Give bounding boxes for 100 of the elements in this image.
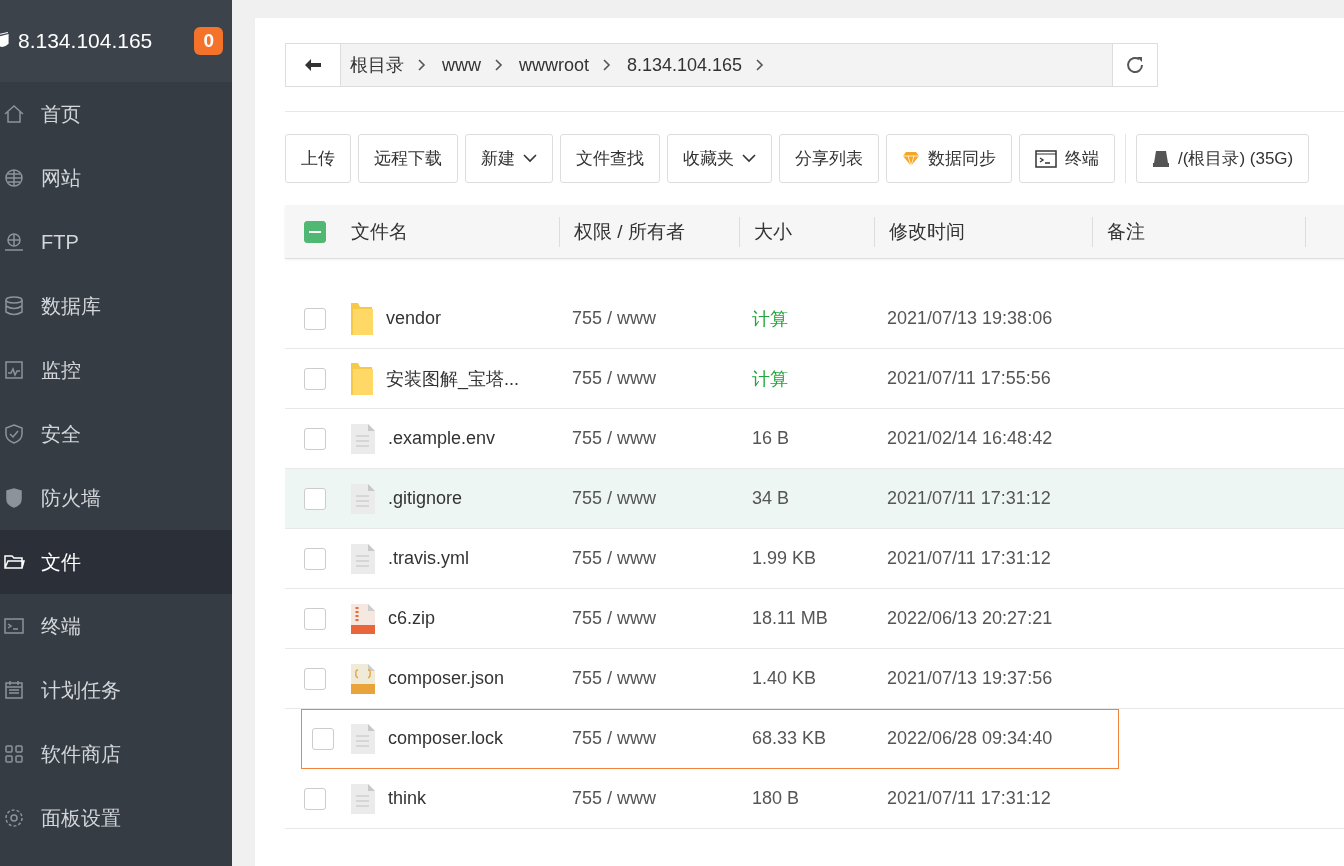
nav-item[interactable]: FTP — [0, 210, 232, 274]
file-row[interactable]: c6.zip 755 / www 18.11 MB 2022/06/13 20:27:21 — [285, 589, 1344, 649]
file-name[interactable]: .travis.yml — [388, 548, 469, 569]
row-checkbox[interactable] — [304, 787, 326, 810]
nav-item[interactable]: 首页 — [0, 82, 232, 146]
nav-item[interactable]: 面板设置 — [0, 786, 232, 850]
row-checkbox[interactable] — [304, 487, 326, 510]
file-size: 1.40 KB — [751, 668, 818, 689]
row-checkbox[interactable] — [304, 547, 326, 570]
file-name[interactable]: .gitignore — [388, 488, 463, 509]
permission-owner: 755 / www — [571, 428, 658, 449]
toolbar-button[interactable]: 收藏夹 — [667, 134, 772, 183]
file-size: 1.99 KB — [751, 548, 818, 569]
nav-item[interactable]: 文件 — [0, 530, 232, 594]
file-icon — [350, 422, 376, 455]
modified-time: 2021/07/11 17:31:12 — [886, 788, 1052, 809]
gear-icon — [3, 807, 25, 829]
home-icon — [3, 103, 25, 125]
nav-item[interactable]: 网站 — [0, 146, 232, 210]
caret-icon — [742, 154, 756, 163]
toolbar-button[interactable]: 新建 — [465, 134, 553, 183]
toolbar-button[interactable]: /(根目录) (35G) — [1136, 134, 1310, 183]
path-segment[interactable]: 8.134.104.165 — [627, 54, 743, 76]
diamond-icon — [902, 150, 920, 167]
permission-owner: 755 / www — [571, 488, 658, 509]
file-size: 18.11 MB — [751, 608, 829, 629]
toolbar-button[interactable]: 远程下载 — [358, 134, 458, 183]
database-icon — [3, 295, 25, 317]
row-checkbox[interactable] — [304, 667, 326, 690]
modified-time: 2021/07/13 19:37:56 — [886, 668, 1054, 689]
globe-icon — [3, 167, 25, 189]
path-segment[interactable]: www — [442, 54, 481, 76]
chevron-right-icon — [495, 59, 503, 71]
modified-time: 2022/06/13 20:27:21 — [886, 608, 1054, 629]
folder-icon — [350, 360, 374, 397]
column-header[interactable]: 文件名 — [345, 216, 560, 247]
shield-icon — [3, 423, 25, 445]
row-checkbox[interactable] — [304, 427, 326, 450]
permission-owner: 755 / www — [571, 368, 658, 389]
nav-item[interactable]: 计划任务 — [0, 658, 232, 722]
nav-item[interactable]: 软件商店 — [0, 722, 232, 786]
file-icon — [350, 722, 376, 755]
permission-owner: 755 / www — [571, 788, 658, 809]
nav-item[interactable]: 监控 — [0, 338, 232, 402]
json-file-icon — [350, 662, 376, 695]
calendar-icon — [3, 679, 25, 701]
file-size: 68.33 KB — [751, 728, 828, 749]
nav-item[interactable]: 数据库 — [0, 274, 232, 338]
file-row[interactable]: .travis.yml 755 / www 1.99 KB 2021/07/11 17:31:12 — [285, 529, 1344, 589]
column-header[interactable]: 大小 — [740, 216, 875, 247]
path-segment[interactable]: 根目录 — [350, 53, 404, 77]
permission-owner: 755 / www — [571, 608, 658, 629]
file-row[interactable]: composer.json 755 / www 1.40 KB 2021/07/13 19:37:56 — [285, 649, 1344, 709]
terminal-icon — [1035, 149, 1057, 168]
toolbar-button[interactable]: 上传 — [285, 134, 351, 183]
path-segment[interactable]: wwwroot — [519, 54, 589, 76]
back-arrow-icon — [304, 58, 322, 72]
modified-time: 2021/07/11 17:55:56 — [886, 368, 1052, 389]
file-row[interactable]: composer.lock 755 / www 68.33 KB 2022/06/28 09:34:40 — [301, 709, 1119, 769]
file-row[interactable]: think 755 / www 180 B 2021/07/11 17:31:12 — [285, 769, 1344, 829]
file-row[interactable]: vendor 755 / www 计算 2021/07/13 19:38:06 — [285, 289, 1344, 349]
file-name[interactable]: think — [388, 788, 427, 809]
file-name[interactable]: c6.zip — [388, 608, 436, 629]
column-header[interactable]: 权限 / 所有者 — [560, 216, 740, 247]
nav-item[interactable]: 防火墙 — [0, 466, 232, 530]
file-name[interactable]: vendor — [386, 308, 442, 329]
chevron-right-icon — [603, 59, 611, 71]
permission-owner: 755 / www — [571, 668, 658, 689]
permission-owner: 755 / www — [571, 728, 658, 749]
column-header[interactable]: 备注 — [1093, 216, 1306, 247]
monitor-icon — [3, 359, 25, 381]
file-row[interactable]: .gitignore 755 / www 34 B 2021/07/11 17:31:12 — [285, 469, 1344, 529]
nav-item[interactable]: 安全 — [0, 402, 232, 466]
modified-time: 2022/06/28 09:34:40 — [886, 728, 1054, 749]
file-row[interactable]: 安装图解_宝塔... 755 / www 计算 2021/07/11 17:55:56 — [285, 349, 1344, 409]
toolbar-button[interactable]: 分享列表 — [779, 134, 879, 183]
toolbar-button[interactable]: 终端 — [1019, 134, 1115, 183]
column-header[interactable]: 修改时间 — [875, 216, 1093, 247]
select-all-checkbox[interactable] — [304, 220, 326, 243]
file-name[interactable]: 安装图解_宝塔... — [386, 366, 519, 391]
row-checkbox[interactable] — [304, 307, 326, 330]
row-checkbox[interactable] — [304, 367, 326, 390]
toolbar-button[interactable]: 文件查找 — [560, 134, 660, 183]
toolbar-button[interactable]: 数据同步 — [886, 134, 1012, 183]
file-icon — [350, 542, 376, 575]
row-checkbox[interactable] — [312, 727, 334, 750]
file-name[interactable]: composer.lock — [388, 728, 504, 749]
nav-item[interactable]: 终端 — [0, 594, 232, 658]
folder-icon — [350, 300, 374, 337]
file-name[interactable]: composer.json — [388, 668, 505, 689]
modified-time: 2021/07/11 17:31:12 — [886, 488, 1052, 509]
permission-owner: 755 / www — [571, 308, 658, 329]
network-icon — [3, 231, 25, 253]
firewall-icon — [3, 487, 25, 509]
row-checkbox[interactable] — [304, 607, 326, 630]
disk-icon — [1152, 149, 1170, 168]
file-name[interactable]: .example.env — [388, 428, 496, 449]
file-size: 34 B — [751, 488, 791, 509]
refresh-icon — [1125, 55, 1145, 75]
caret-icon — [523, 154, 537, 163]
